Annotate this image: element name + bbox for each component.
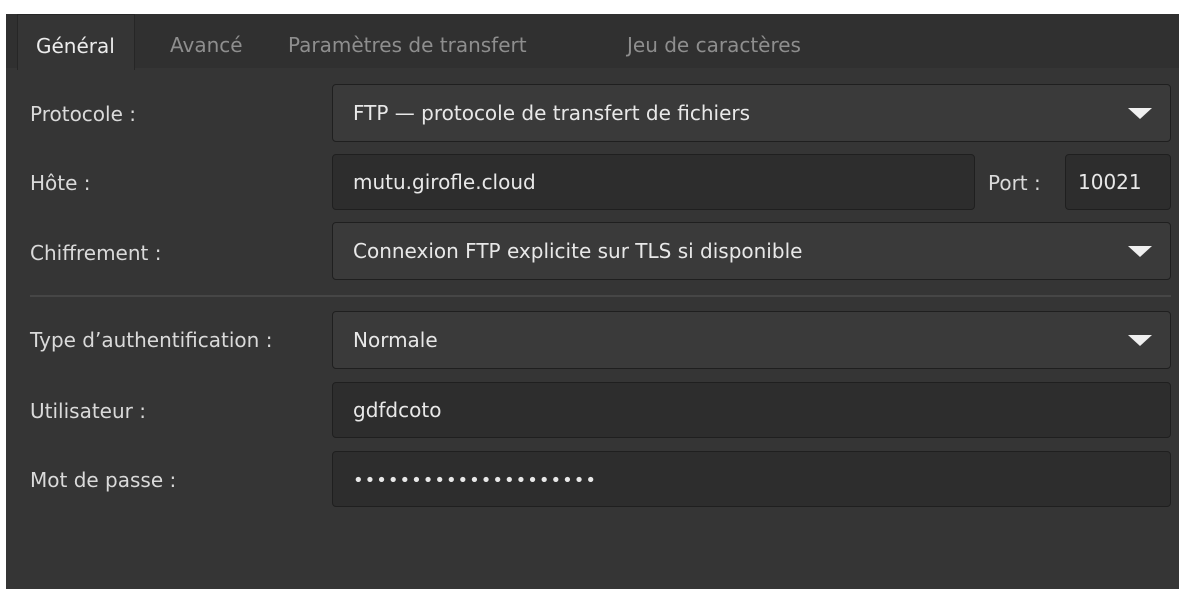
chevron-down-icon bbox=[1128, 246, 1152, 257]
section-divider bbox=[30, 295, 1171, 297]
host-input[interactable]: mutu.girofle.cloud bbox=[332, 154, 975, 210]
encryption-value: Connexion FTP explicite sur TLS si dispo… bbox=[353, 239, 803, 263]
auth-type-value: Normale bbox=[353, 328, 438, 352]
password-label: Mot de passe : bbox=[30, 468, 177, 492]
password-value: ••••••••••••••••••••• bbox=[353, 470, 597, 491]
encryption-select[interactable]: Connexion FTP explicite sur TLS si dispo… bbox=[332, 222, 1171, 280]
chevron-down-icon bbox=[1128, 108, 1152, 119]
auth-type-select[interactable]: Normale bbox=[332, 311, 1171, 369]
host-value: mutu.girofle.cloud bbox=[353, 170, 536, 194]
user-label: Utilisateur : bbox=[30, 399, 146, 423]
port-input[interactable]: 10021 bbox=[1065, 154, 1171, 210]
user-input[interactable]: gdfdcoto bbox=[332, 382, 1171, 438]
tab-transfer-settings[interactable]: Paramètres de transfert bbox=[288, 14, 527, 68]
protocol-label: Protocole : bbox=[30, 102, 136, 126]
encryption-label: Chiffrement : bbox=[30, 241, 162, 265]
port-value: 10021 bbox=[1078, 170, 1142, 194]
auth-type-label: Type d’authentification : bbox=[30, 328, 273, 352]
tab-advanced[interactable]: Avancé bbox=[170, 14, 243, 68]
protocol-select[interactable]: FTP — protocole de transfert de fichiers bbox=[332, 84, 1171, 142]
port-label: Port : bbox=[988, 171, 1041, 195]
user-value: gdfdcoto bbox=[353, 398, 442, 422]
protocol-value: FTP — protocole de transfert de fichiers bbox=[353, 101, 751, 125]
host-label: Hôte : bbox=[30, 171, 91, 195]
password-input[interactable]: ••••••••••••••••••••• bbox=[332, 451, 1171, 507]
chevron-down-icon bbox=[1128, 335, 1152, 346]
site-settings-panel: Général Avancé Paramètres de transfert J… bbox=[6, 14, 1179, 589]
tab-general[interactable]: Général bbox=[17, 14, 135, 70]
tab-bar: Général Avancé Paramètres de transfert J… bbox=[6, 14, 1179, 70]
tab-charset[interactable]: Jeu de caractères bbox=[627, 14, 801, 68]
